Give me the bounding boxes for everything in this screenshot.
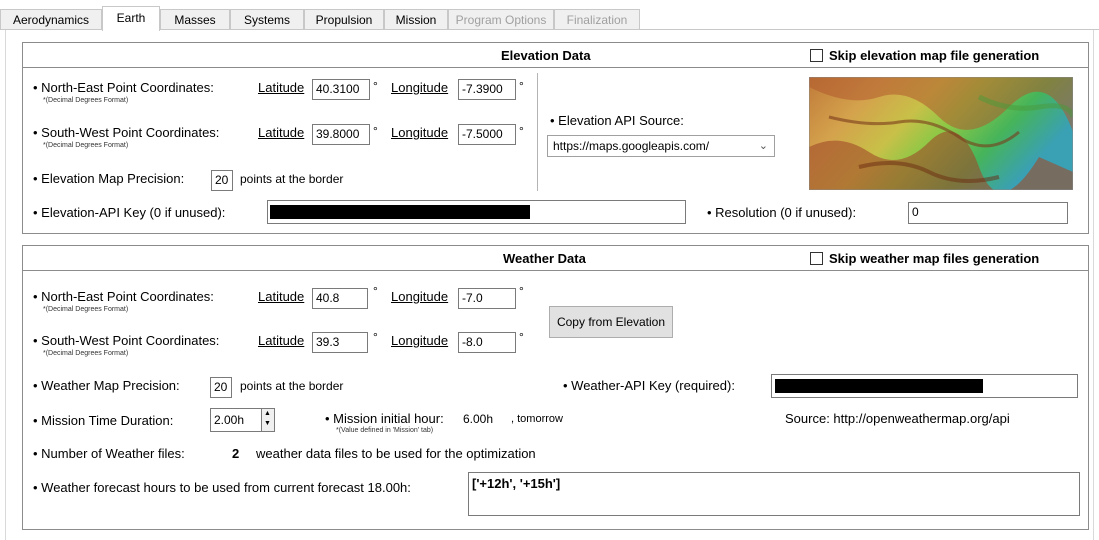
weather-sw-label: • South-West Point Coordinates: — [33, 333, 220, 348]
elevation-sw-latitude-input[interactable]: 39.8000 — [312, 124, 370, 145]
weather-source-label: Source: http://openweathermap.org/api — [785, 411, 1010, 426]
skip-elevation-label: Skip elevation map file generation — [829, 48, 1040, 63]
weather-files-suffix: weather data files to be used for the op… — [256, 446, 536, 461]
elevation-sw-label: • South-West Point Coordinates: — [33, 125, 220, 140]
elevation-resolution-input[interactable]: 0 — [908, 202, 1068, 224]
weather-precision-unit: points at the border — [240, 379, 344, 393]
weather-sw-lon-degree: ° — [519, 330, 524, 344]
tab-finalization[interactable]: Finalization — [554, 9, 640, 29]
weather-ne-longitude-input[interactable]: -7.0 — [458, 288, 516, 309]
weather-ne-label: • North-East Point Coordinates: — [33, 289, 214, 304]
weather-sw-latitude-input[interactable]: 39.3 — [312, 332, 368, 353]
skip-weather-label: Skip weather map files generation — [829, 251, 1040, 266]
tab-program-options[interactable]: Program Options — [448, 9, 554, 29]
elevation-ne-label: • North-East Point Coordinates: — [33, 80, 214, 95]
tab-earth[interactable]: Earth — [102, 6, 160, 31]
weather-panel-title: Weather Data — [503, 251, 586, 266]
weather-files-count: 2 — [232, 446, 240, 461]
chevron-down-icon: ⌄ — [758, 140, 768, 152]
elevation-api-source-label: • Elevation API Source: — [550, 113, 684, 128]
mission-initial-hour-suffix: , tomorrow — [511, 413, 563, 425]
weather-ne-longitude-label: Longitude — [391, 289, 449, 304]
weather-precision-label: • Weather Map Precision: — [33, 378, 180, 393]
weather-ne-format-note: *(Decimal Degrees Format) — [43, 306, 129, 313]
mission-initial-hour-label: • Mission initial hour: — [325, 411, 444, 426]
weather-sw-lat-degree: ° — [373, 330, 378, 344]
spinner-down-icon[interactable]: ▼ — [264, 420, 271, 428]
elevation-ne-longitude-label: Longitude — [391, 80, 449, 95]
elevation-sw-lon-degree: ° — [519, 124, 524, 138]
elevation-sw-format-note: *(Decimal Degrees Format) — [43, 142, 129, 149]
forecast-hours-label: • Weather forecast hours to be used from… — [33, 480, 411, 495]
mission-duration-input[interactable]: 2.00h — [210, 408, 262, 432]
mission-duration-label: • Mission Time Duration: — [33, 413, 174, 428]
weather-sw-latitude-label: Latitude — [258, 333, 305, 348]
elevation-api-source-select[interactable]: https://maps.googleapis.com/ ⌄ — [547, 135, 775, 157]
tab-systems[interactable]: Systems — [230, 9, 304, 29]
mission-duration-spinner[interactable]: ▲ ▼ — [261, 408, 275, 432]
elevation-panel: Elevation Data Skip elevation map file g… — [22, 42, 1089, 234]
elevation-ne-latitude-input[interactable]: 40.3100 — [312, 79, 370, 100]
elevation-ne-longitude-input[interactable]: -7.3900 — [458, 79, 516, 100]
elevation-api-key-redaction — [270, 205, 530, 219]
mission-initial-hour-note: *(Value defined in 'Mission' tab) — [336, 427, 434, 434]
elevation-ne-lon-degree: ° — [519, 79, 524, 93]
weather-title-rule — [23, 270, 1088, 271]
elevation-map-graphic — [808, 76, 1076, 193]
weather-sw-longitude-input[interactable]: -8.0 — [458, 332, 516, 353]
elevation-ne-format-note: *(Decimal Degrees Format) — [43, 97, 129, 104]
copy-from-elevation-button[interactable]: Copy from Elevation — [549, 306, 673, 338]
elevation-api-source-value: https://maps.googleapis.com/ — [553, 139, 710, 153]
elevation-sw-longitude-label: Longitude — [391, 125, 449, 140]
elevation-sw-latitude-label: Latitude — [258, 125, 305, 140]
elevation-column-separator — [537, 73, 538, 191]
weather-sw-format-note: *(Decimal Degrees Format) — [43, 350, 129, 357]
skip-weather-checkbox[interactable] — [810, 252, 823, 265]
weather-ne-lon-degree: ° — [519, 284, 524, 298]
elevation-ne-lat-degree: ° — [373, 79, 378, 93]
weather-ne-lat-degree: ° — [373, 284, 378, 298]
weather-api-key-label: • Weather-API Key (required): — [563, 378, 735, 393]
elevation-precision-input[interactable]: 20 — [211, 170, 233, 191]
elevation-resolution-label: • Resolution (0 if unused): — [707, 205, 857, 220]
tab-propulsion[interactable]: Propulsion — [304, 9, 384, 29]
weather-precision-input[interactable]: 20 — [210, 377, 232, 398]
forecast-hours-field[interactable]: ['+12h', '+15h'] — [468, 472, 1080, 516]
elevation-sw-longitude-input[interactable]: -7.5000 — [458, 124, 516, 145]
elevation-precision-unit: points at the border — [240, 172, 344, 186]
weather-sw-longitude-label: Longitude — [391, 333, 449, 348]
elevation-ne-latitude-label: Latitude — [258, 80, 305, 95]
weather-ne-latitude-input[interactable]: 40.8 — [312, 288, 368, 309]
elevation-map-image — [808, 76, 1076, 193]
weather-panel: Weather Data Skip weather map files gene… — [22, 245, 1089, 530]
tab-mission[interactable]: Mission — [384, 9, 448, 29]
elevation-panel-title: Elevation Data — [501, 48, 591, 63]
tab-masses[interactable]: Masses — [160, 9, 230, 29]
elevation-title-rule — [23, 67, 1088, 68]
mission-initial-hour-value: 6.00h — [463, 412, 494, 426]
elevation-precision-label: • Elevation Map Precision: — [33, 171, 185, 186]
spinner-up-icon[interactable]: ▲ — [264, 410, 271, 418]
elevation-sw-lat-degree: ° — [373, 124, 378, 138]
weather-api-key-redaction — [775, 379, 983, 393]
skip-elevation-checkbox[interactable] — [810, 49, 823, 62]
elevation-api-key-label: • Elevation-API Key (0 if unused): — [33, 205, 226, 220]
tab-bar: Aerodynamics Earth Masses Systems Propul… — [0, 0, 1099, 31]
weather-files-label: • Number of Weather files: — [33, 446, 185, 461]
tab-aerodynamics[interactable]: Aerodynamics — [0, 9, 102, 29]
weather-ne-latitude-label: Latitude — [258, 289, 305, 304]
